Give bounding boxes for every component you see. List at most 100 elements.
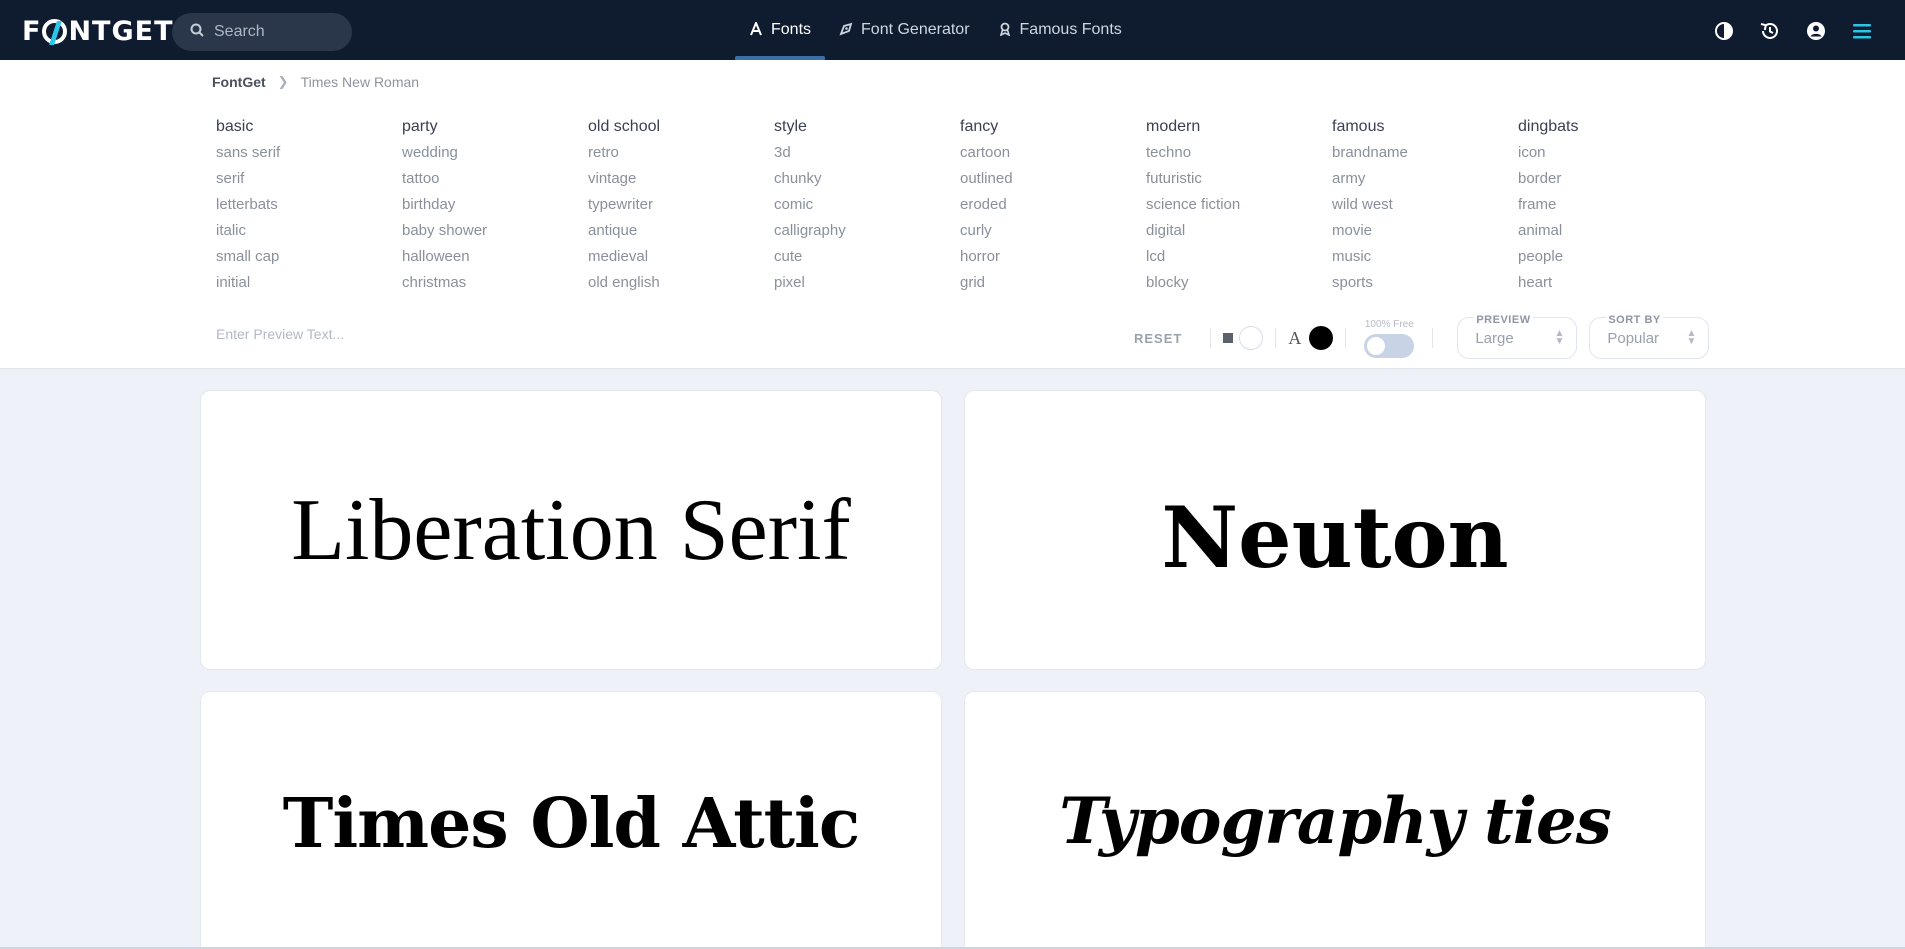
category-item[interactable]: halloween	[402, 248, 588, 274]
font-card[interactable]: Liberation Serif	[200, 390, 942, 670]
category-head[interactable]: famous	[1332, 118, 1518, 136]
category-column: party wedding tattoo birthday baby showe…	[402, 118, 588, 300]
category-grid: basic sans serif serif letterbats italic…	[216, 118, 1704, 300]
category-item[interactable]: icon	[1518, 144, 1704, 170]
category-item[interactable]: science fiction	[1146, 196, 1332, 222]
category-item[interactable]: old english	[588, 274, 774, 300]
category-item[interactable]: sans serif	[216, 144, 402, 170]
category-column: old school retro vintage typewriter anti…	[588, 118, 774, 300]
category-head[interactable]: modern	[1146, 118, 1332, 136]
category-item[interactable]: antique	[588, 222, 774, 248]
category-item[interactable]: animal	[1518, 222, 1704, 248]
category-head[interactable]: basic	[216, 118, 402, 136]
tab-font-generator[interactable]: Font Generator	[825, 0, 984, 60]
breadcrumb-current: Times New Roman	[300, 74, 420, 90]
free-filter-toggle[interactable]	[1364, 333, 1415, 358]
category-item[interactable]: border	[1518, 170, 1704, 196]
category-item[interactable]: grid	[960, 274, 1146, 300]
category-item[interactable]: christmas	[402, 274, 588, 300]
category-item[interactable]: people	[1518, 248, 1704, 274]
background-color-swatch[interactable]	[1239, 326, 1264, 350]
search-icon	[190, 23, 204, 42]
tab-famous-fonts[interactable]: Famous Fonts	[984, 0, 1136, 60]
category-item[interactable]: curly	[960, 222, 1146, 248]
pen-nib-icon	[839, 22, 853, 39]
category-head[interactable]: fancy	[960, 118, 1146, 136]
category-item[interactable]: techno	[1146, 144, 1332, 170]
main-nav: Fonts Font Generator Famous Fonts	[735, 0, 1136, 60]
category-item[interactable]: pixel	[774, 274, 960, 300]
category-item[interactable]: 3d	[774, 144, 960, 170]
font-card[interactable]: Times Old Attic	[200, 691, 942, 949]
category-item[interactable]: wild west	[1332, 196, 1518, 222]
font-card[interactable]: Typography ties	[964, 691, 1706, 949]
category-item[interactable]: small cap	[216, 248, 402, 274]
preview-text-input[interactable]	[216, 326, 516, 342]
fontget-logo[interactable]: F NTGET	[22, 14, 174, 48]
category-item[interactable]: army	[1332, 170, 1518, 196]
category-head[interactable]: style	[774, 118, 960, 136]
chevron-up-down-icon: ▲ ▼	[1686, 328, 1697, 347]
category-item[interactable]: outlined	[960, 170, 1146, 196]
preview-controls: RESET A 100% Free PREVIEW Large ▲ ▼ SORT …	[1134, 314, 1710, 360]
tab-famous-fonts-label: Famous Fonts	[1019, 21, 1122, 38]
reset-button[interactable]: RESET	[1134, 331, 1182, 346]
category-item[interactable]: typewriter	[588, 196, 774, 222]
background-color-icon	[1223, 333, 1234, 343]
category-item[interactable]: brandname	[1332, 144, 1518, 170]
filter-panel: FontGet ❯ Times New Roman basic sans ser…	[0, 60, 1905, 369]
category-item[interactable]: tattoo	[402, 170, 588, 196]
category-item[interactable]: comic	[774, 196, 960, 222]
category-item[interactable]: letterbats	[216, 196, 402, 222]
search-input[interactable]	[214, 23, 334, 41]
font-a-icon	[749, 19, 763, 39]
category-item[interactable]: music	[1332, 248, 1518, 274]
history-icon[interactable]	[1757, 18, 1783, 44]
category-item[interactable]: birthday	[402, 196, 588, 222]
category-item[interactable]: italic	[216, 222, 402, 248]
category-item[interactable]: digital	[1146, 222, 1332, 248]
category-head[interactable]: dingbats	[1518, 118, 1704, 136]
font-card[interactable]: Neuton	[964, 390, 1706, 670]
search-box[interactable]	[172, 13, 352, 51]
hamburger-menu-icon[interactable]	[1849, 18, 1875, 44]
category-head[interactable]: old school	[588, 118, 774, 136]
logo-ntget: NTGET	[68, 15, 174, 47]
font-sample-text: Neuton	[1161, 487, 1509, 587]
category-item[interactable]: horror	[960, 248, 1146, 274]
user-circle-icon[interactable]	[1803, 18, 1829, 44]
preview-size-select[interactable]: PREVIEW Large ▲ ▼	[1457, 314, 1578, 359]
divider	[1210, 328, 1212, 348]
category-item[interactable]: sports	[1332, 274, 1518, 300]
category-item[interactable]: frame	[1518, 196, 1704, 222]
category-item[interactable]: baby shower	[402, 222, 588, 248]
category-item[interactable]: cute	[774, 248, 960, 274]
tab-fonts-label: Fonts	[771, 21, 812, 38]
category-item[interactable]: calligraphy	[774, 222, 960, 248]
category-item[interactable]: futuristic	[1146, 170, 1332, 196]
category-item[interactable]: chunky	[774, 170, 960, 196]
category-item[interactable]: eroded	[960, 196, 1146, 222]
font-color-swatch[interactable]	[1309, 326, 1334, 350]
contrast-icon[interactable]	[1711, 18, 1737, 44]
category-item[interactable]: vintage	[588, 170, 774, 196]
sort-label: SORT BY	[1606, 314, 1663, 326]
category-item[interactable]: serif	[216, 170, 402, 196]
tab-fonts[interactable]: Fonts	[735, 0, 826, 60]
category-item[interactable]: medieval	[588, 248, 774, 274]
font-card-grid: Liberation Serif Neuton Times Old Attic …	[200, 390, 1708, 949]
divider	[1345, 328, 1347, 348]
category-item[interactable]: retro	[588, 144, 774, 170]
category-item[interactable]: blocky	[1146, 274, 1332, 300]
preview-size-value: Large	[1475, 330, 1514, 347]
category-item[interactable]: lcd	[1146, 248, 1332, 274]
category-head[interactable]: party	[402, 118, 588, 136]
category-item[interactable]: movie	[1332, 222, 1518, 248]
category-item[interactable]: heart	[1518, 274, 1704, 300]
award-ribbon-icon	[998, 22, 1012, 39]
category-item[interactable]: cartoon	[960, 144, 1146, 170]
sort-select[interactable]: SORT BY Popular ▲ ▼	[1589, 314, 1710, 359]
category-item[interactable]: initial	[216, 274, 402, 300]
breadcrumb-home[interactable]: FontGet	[212, 74, 266, 90]
category-item[interactable]: wedding	[402, 144, 588, 170]
